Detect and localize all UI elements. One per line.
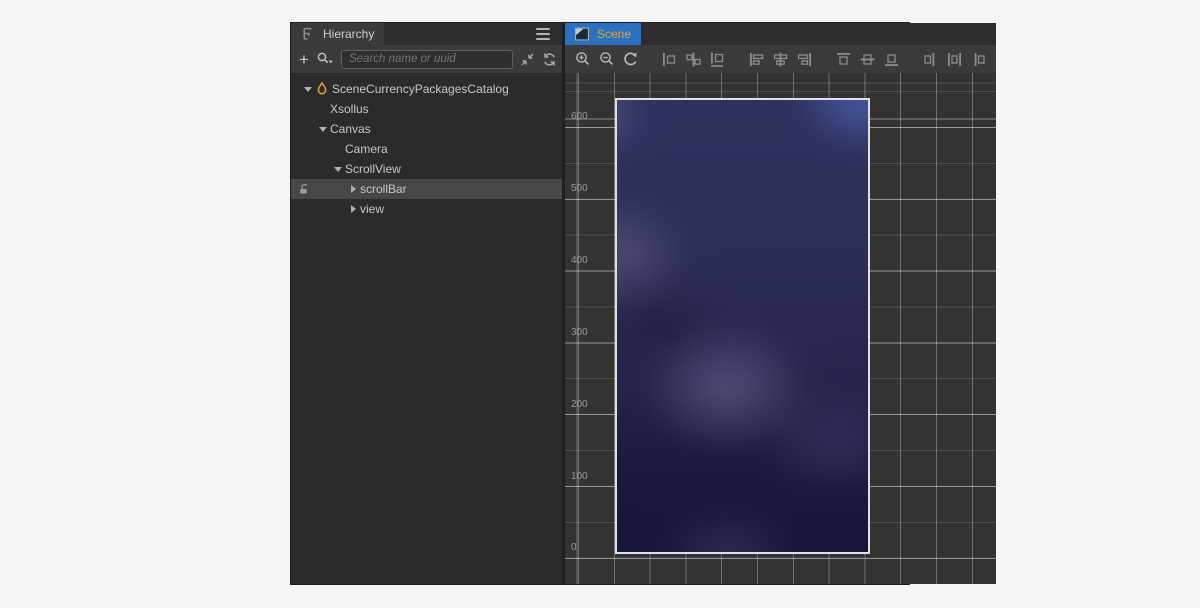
align-top-button[interactable] (834, 50, 853, 69)
distribute-right-icon (922, 51, 939, 68)
align-center-h-icon (772, 51, 789, 68)
expand-arrow-icon[interactable] (316, 122, 330, 136)
tree-item-label: Canvas (330, 122, 371, 136)
tree-item-label: scrollBar (360, 182, 407, 196)
align-bottom-button[interactable] (882, 50, 901, 69)
ruler-label: 0 (571, 542, 577, 554)
scene-image-icon (575, 27, 589, 41)
tree-item-label: view (360, 202, 384, 216)
search-filter-button[interactable] (316, 50, 334, 68)
distribute-center-icon (946, 51, 963, 68)
snap-left-icon (661, 51, 678, 68)
scene-viewport[interactable]: 600 500 400 300 200 100 0 (565, 73, 996, 584)
zoom-in-icon (575, 51, 591, 67)
tree-item-label: ScrollView (345, 162, 401, 176)
rotate-reset-icon (623, 51, 639, 67)
scene-background-image (615, 98, 870, 554)
expand-arrow-icon[interactable] (331, 162, 345, 176)
ruler-label: 500 (571, 183, 588, 195)
scene-toolbar (565, 45, 996, 73)
snap-right-icon (709, 51, 726, 68)
tree-row-scrollbar[interactable]: scrollBar (291, 179, 562, 199)
distribute-left-icon (970, 51, 987, 68)
plus-icon: + (299, 51, 309, 68)
expand-arrow-icon[interactable] (301, 82, 315, 96)
search-input[interactable] (341, 50, 513, 69)
hierarchy-tree: SceneCurrencyPackagesCatalog Xsollus Can… (291, 73, 562, 584)
canvas-design-area[interactable] (615, 98, 870, 554)
hierarchy-panel: Hierarchy + (291, 23, 562, 584)
ruler-label: 100 (571, 471, 588, 483)
hierarchy-tree-icon (301, 27, 315, 41)
zoom-out-button[interactable] (597, 50, 616, 69)
scene-tab-bar: Scene (565, 23, 996, 45)
tree-row-xsollus[interactable]: Xsollus (291, 99, 562, 119)
hierarchy-toolbar: + (291, 45, 562, 73)
tree-row-view[interactable]: view (291, 199, 562, 219)
filter-caret-icon (328, 61, 333, 64)
tab-hierarchy[interactable]: Hierarchy (291, 23, 384, 45)
search-icon (316, 51, 334, 67)
unlock-icon[interactable] (298, 183, 310, 195)
tab-scene[interactable]: Scene (565, 23, 641, 45)
zoom-in-button[interactable] (573, 50, 592, 69)
panel-menu-icon[interactable] (536, 28, 550, 40)
tree-row-scene-root[interactable]: SceneCurrencyPackagesCatalog (291, 79, 562, 99)
align-left-icon (748, 51, 765, 68)
tree-item-label: Xsollus (330, 102, 369, 116)
reset-view-button[interactable] (621, 50, 640, 69)
zoom-out-icon (599, 51, 615, 67)
distribute-left-button[interactable] (969, 50, 988, 69)
ruler-label: 400 (571, 255, 588, 267)
snap-right-button[interactable] (708, 50, 727, 69)
align-center-h-button[interactable] (771, 50, 790, 69)
align-middle-button[interactable] (858, 50, 877, 69)
align-right-button[interactable] (795, 50, 814, 69)
hierarchy-tab-bar: Hierarchy (291, 23, 562, 45)
editor-window: Hierarchy + (290, 22, 910, 585)
align-right-icon (796, 51, 813, 68)
scene-panel: Scene (565, 23, 996, 584)
align-bottom-icon (883, 51, 900, 68)
tree-row-scrollview[interactable]: ScrollView (291, 159, 562, 179)
ruler-label: 200 (571, 399, 588, 411)
expand-arrow-icon[interactable] (346, 202, 360, 216)
expand-arrow-icon[interactable] (346, 182, 360, 196)
snap-left-button[interactable] (660, 50, 679, 69)
align-middle-icon (859, 51, 876, 68)
distribute-center-button[interactable] (945, 50, 964, 69)
collapse-arrows-icon (520, 52, 535, 67)
tree-row-camera[interactable]: Camera (291, 139, 562, 159)
refresh-button[interactable] (542, 50, 557, 68)
refresh-icon (542, 52, 557, 67)
tree-row-canvas[interactable]: Canvas (291, 119, 562, 139)
distribute-right-button[interactable] (921, 50, 940, 69)
align-left-button[interactable] (747, 50, 766, 69)
tree-item-label: SceneCurrencyPackagesCatalog (332, 82, 509, 96)
ruler-label: 600 (571, 111, 588, 123)
scene-flame-icon (315, 82, 329, 96)
add-node-button[interactable]: + (299, 50, 309, 68)
ruler-label: 300 (571, 327, 588, 339)
collapse-all-button[interactable] (520, 50, 535, 68)
align-top-icon (835, 51, 852, 68)
scene-tab-label: Scene (597, 27, 631, 41)
snap-center-v-button[interactable] (684, 50, 703, 69)
tree-item-label: Camera (345, 142, 388, 156)
snap-center-v-icon (685, 51, 702, 68)
hierarchy-tab-label: Hierarchy (323, 27, 374, 41)
